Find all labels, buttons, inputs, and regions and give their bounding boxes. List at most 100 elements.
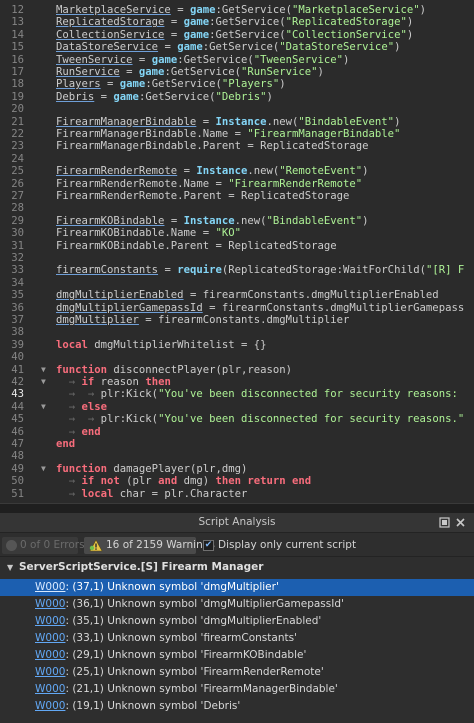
dock-icon[interactable] (439, 517, 450, 528)
code-line[interactable]: 34 (0, 277, 474, 289)
script-group-header[interactable]: ▼ ServerScriptService.[S] Firearm Manage… (0, 557, 474, 579)
code-line[interactable]: 31 FirearmKOBindable.Parent = ReplicatedS… (0, 240, 474, 252)
code-line[interactable]: 36 dmgMultiplierGamepassId = firearmConst… (0, 302, 474, 314)
code-text[interactable]: → if not (plr and dmg) then return end (56, 475, 311, 487)
warning-row[interactable]: W000: (37,1) Unknown symbol 'dmgMultipli… (0, 579, 474, 596)
chevron-down-icon[interactable]: ▼ (7, 563, 13, 572)
code-text[interactable]: → local char = plr.Character (56, 488, 248, 500)
code-line[interactable]: 29 FirearmKOBindable = Instance.new("Bind… (0, 215, 474, 227)
warning-row[interactable]: W000: (19,1) Unknown symbol 'Debris' (0, 698, 474, 715)
code-text[interactable]: dmgMultiplier = firearmConstants.dmgMult… (56, 314, 349, 326)
code-line[interactable]: 19 Debris = game:GetService("Debris") (0, 91, 474, 103)
errors-filter-button[interactable]: 0 of 0 Errors (2, 537, 85, 554)
warning-code-link[interactable]: W000 (35, 649, 65, 661)
code-text[interactable]: dmgMultiplierEnabled = firearmConstants.… (56, 289, 439, 301)
code-text[interactable]: dmgMultiplierGamepassId = firearmConstan… (56, 302, 464, 314)
code-text[interactable]: function damagePlayer(plr,dmg) (56, 463, 247, 475)
code-line[interactable]: 35 dmgMultiplierEnabled = firearmConstant… (0, 289, 474, 301)
code-text[interactable]: → end (56, 426, 101, 438)
code-text[interactable]: Players = game:GetService("Players") (56, 78, 286, 90)
display-current-script-toggle[interactable]: ✔ Display only current script (203, 537, 356, 554)
code-line[interactable]: 32 (0, 252, 474, 264)
code-text[interactable]: FirearmKOBindable.Parent = ReplicatedSto… (56, 240, 337, 252)
code-line[interactable]: 46 → end (0, 426, 474, 438)
code-line[interactable]: 25 FirearmRenderRemote = Instance.new("Re… (0, 165, 474, 177)
code-text[interactable]: end (56, 438, 75, 450)
code-text[interactable]: FirearmKOBindable = Instance.new("Bindab… (56, 215, 369, 227)
code-text[interactable]: DataStoreService = game:GetService("Data… (56, 41, 400, 53)
warning-row[interactable]: W000: (33,1) Unknown symbol 'firearmCons… (0, 630, 474, 647)
code-line[interactable]: 42 ▼ → if reason then (0, 376, 474, 388)
fold-arrow-icon[interactable]: ▼ (41, 402, 46, 412)
warning-code-link[interactable]: W000 (35, 581, 65, 593)
code-line[interactable]: 51 → local char = plr.Character (0, 488, 474, 500)
code-line[interactable]: 39 local dmgMultiplierWhitelist = {} (0, 339, 474, 351)
warning-code-link[interactable]: W000 (35, 666, 65, 678)
code-text[interactable]: → → plr:Kick("You've been disconnected f… (56, 388, 458, 400)
code-text[interactable]: function disconnectPlayer(plr,reason) (56, 364, 292, 376)
code-text[interactable]: → → plr:Kick("You've been disconnected f… (56, 413, 464, 425)
code-text[interactable]: TweenService = game:GetService("TweenSer… (56, 54, 349, 66)
code-line[interactable]: 15 DataStoreService = game:GetService("Da… (0, 41, 474, 53)
code-text[interactable]: MarketplaceService = game:GetService("Ma… (56, 4, 426, 16)
code-line[interactable]: 13 ReplicatedStorage = game:GetService("R… (0, 16, 474, 28)
code-text[interactable]: RunService = game:GetService("RunService… (56, 66, 324, 78)
code-line[interactable]: 22 FirearmManagerBindable.Name = "Firearm… (0, 128, 474, 140)
code-editor[interactable]: 12 MarketplaceService = game:GetService("… (0, 0, 474, 503)
warning-code-link[interactable]: W000 (35, 683, 65, 695)
code-line[interactable]: 21 FirearmManagerBindable = Instance.new(… (0, 116, 474, 128)
code-line[interactable]: 26 FirearmRenderRemote.Name = "FirearmRen… (0, 178, 474, 190)
code-line[interactable]: 27 FirearmRenderRemote.Parent = Replicate… (0, 190, 474, 202)
warning-code-link[interactable]: W000 (35, 632, 65, 644)
warning-row[interactable]: W000: (36,1) Unknown symbol 'dmgMultipli… (0, 596, 474, 613)
code-line[interactable]: 38 (0, 326, 474, 338)
code-line[interactable]: 30 FirearmKOBindable.Name = "KO" (0, 227, 474, 239)
warning-row[interactable]: W000: (29,1) Unknown symbol 'FirearmKOBi… (0, 647, 474, 664)
code-text[interactable]: ReplicatedStorage = game:GetService("Rep… (56, 16, 413, 28)
code-line[interactable]: 48 (0, 450, 474, 462)
code-line[interactable]: 41 ▼ function disconnectPlayer(plr,reason) (0, 364, 474, 376)
code-text[interactable]: FirearmManagerBindable = Instance.new("B… (56, 116, 400, 128)
fold-arrow-icon[interactable]: ▼ (41, 365, 46, 375)
code-text[interactable]: FirearmManagerBindable.Parent = Replicat… (56, 140, 369, 152)
code-line[interactable]: 18 Players = game:GetService("Players") (0, 78, 474, 90)
code-line[interactable]: 33 firearmConstants = require(ReplicatedS… (0, 264, 474, 276)
code-text[interactable]: firearmConstants = require(ReplicatedSto… (56, 264, 464, 276)
code-line[interactable]: 49 ▼ function damagePlayer(plr,dmg) (0, 463, 474, 475)
code-line[interactable]: 37 dmgMultiplier = firearmConstants.dmgMu… (0, 314, 474, 326)
fold-arrow-icon[interactable]: ▼ (41, 377, 46, 387)
code-text[interactable]: FirearmManagerBindable.Name = "FirearmMa… (56, 128, 400, 140)
code-line[interactable]: 16 TweenService = game:GetService("TweenS… (0, 54, 474, 66)
code-line[interactable]: 24 (0, 153, 474, 165)
code-line[interactable]: 47 end (0, 438, 474, 450)
code-line[interactable]: 40 (0, 351, 474, 363)
code-line[interactable]: 44 ▼ → else (0, 401, 474, 413)
warning-row[interactable]: W000: (35,1) Unknown symbol 'dmgMultipli… (0, 613, 474, 630)
warnings-filter-button[interactable]: 16 of 2159 Warnings (84, 537, 215, 554)
code-text[interactable]: FirearmRenderRemote = Instance.new("Remo… (56, 165, 369, 177)
code-text[interactable]: FirearmRenderRemote.Parent = ReplicatedS… (56, 190, 349, 202)
warning-code-link[interactable]: W000 (35, 598, 65, 610)
code-text[interactable]: FirearmKOBindable.Name = "KO" (56, 227, 241, 239)
panel-splitter[interactable] (0, 503, 474, 513)
code-line[interactable]: 20 (0, 103, 474, 115)
warning-row[interactable]: W000: (21,1) Unknown symbol 'FirearmMana… (0, 681, 474, 698)
code-text[interactable]: → if reason then (56, 376, 171, 388)
code-line[interactable]: 43 → → plr:Kick("You've been disconnecte… (0, 388, 474, 400)
fold-arrow-icon[interactable]: ▼ (41, 464, 46, 474)
code-text[interactable]: CollectionService = game:GetService("Col… (56, 29, 413, 41)
code-text[interactable]: Debris = game:GetService("Debris") (56, 91, 273, 103)
code-text[interactable]: FirearmRenderRemote.Name = "FirearmRende… (56, 178, 362, 190)
code-line[interactable]: 50 → if not (plr and dmg) then return en… (0, 475, 474, 487)
code-line[interactable]: 14 CollectionService = game:GetService("C… (0, 29, 474, 41)
code-line[interactable]: 23 FirearmManagerBindable.Parent = Replic… (0, 140, 474, 152)
code-text[interactable]: → else (56, 401, 107, 413)
warning-code-link[interactable]: W000 (35, 615, 65, 627)
warning-row[interactable]: W000: (25,1) Unknown symbol 'FirearmRend… (0, 664, 474, 681)
code-line[interactable]: 28 (0, 202, 474, 214)
close-icon[interactable] (455, 517, 466, 528)
checkmark-icon[interactable]: ✔ (203, 540, 214, 551)
warning-code-link[interactable]: W000 (35, 700, 65, 712)
code-line[interactable]: 17 RunService = game:GetService("RunServi… (0, 66, 474, 78)
code-text[interactable]: local dmgMultiplierWhitelist = {} (56, 339, 266, 351)
